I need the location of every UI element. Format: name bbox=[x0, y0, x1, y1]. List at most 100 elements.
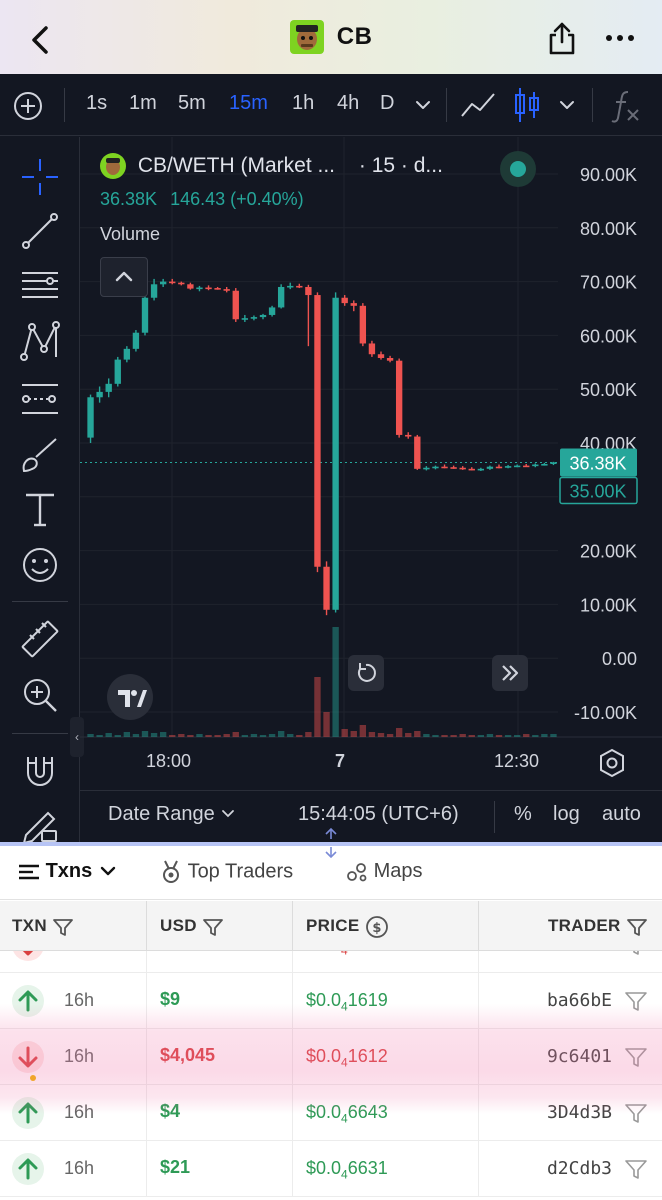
emoji-icon[interactable] bbox=[18, 543, 62, 587]
table-row[interactable]: 16h $4 $0.046643 3D4d3B bbox=[0, 1085, 662, 1141]
column-header-usd[interactable]: USD bbox=[160, 901, 224, 951]
candle-body bbox=[87, 397, 94, 438]
interval-dropdown-chevron-icon[interactable] bbox=[414, 98, 432, 112]
filter-trader-icon[interactable] bbox=[624, 951, 648, 957]
column-divider bbox=[146, 1141, 147, 1197]
column-header-price[interactable]: PRICE $ bbox=[306, 901, 389, 951]
log-scale-toggle[interactable]: log bbox=[553, 803, 580, 826]
bottom-bar-divider bbox=[494, 801, 495, 833]
volume-bar bbox=[532, 735, 539, 737]
volume-bar bbox=[395, 728, 403, 737]
zoom-in-icon[interactable] bbox=[18, 673, 62, 717]
chart-type-dropdown-chevron-icon[interactable] bbox=[558, 98, 576, 112]
scroll-to-realtime-button[interactable] bbox=[492, 655, 528, 691]
filter-trader-icon[interactable] bbox=[624, 1045, 648, 1069]
volume-bar bbox=[178, 734, 185, 737]
lock-drawing-icon[interactable] bbox=[18, 801, 62, 845]
tx-price-zero-count: 4 bbox=[341, 1055, 348, 1070]
filter-icon[interactable] bbox=[52, 917, 74, 937]
volume-label: Volume bbox=[100, 224, 161, 244]
auto-scale-toggle[interactable]: auto bbox=[602, 803, 641, 826]
price-axis-label: 80.00K bbox=[580, 219, 637, 239]
interval-d[interactable]: D bbox=[380, 92, 394, 115]
tab-top-traders[interactable]: Top Traders bbox=[160, 860, 293, 884]
fib-retracement-icon[interactable] bbox=[18, 263, 62, 307]
candle-body bbox=[468, 468, 475, 471]
text-tool-icon[interactable] bbox=[18, 487, 62, 531]
medal-icon bbox=[163, 860, 179, 883]
tx-price-prefix: $0.0 bbox=[306, 1158, 342, 1178]
candle-body bbox=[395, 360, 403, 435]
tab-txns[interactable]: Txns bbox=[18, 860, 118, 883]
volume-bar bbox=[132, 734, 140, 737]
table-row[interactable]: 16h $9 $0.041609 ba66bE bbox=[0, 951, 662, 973]
interval-1s[interactable]: 1s bbox=[86, 92, 107, 115]
interval-1m[interactable]: 1m bbox=[129, 92, 157, 115]
volume-bar bbox=[169, 735, 176, 737]
price-chart[interactable]: 90.00K80.00K70.00K60.00K50.00K40.00K30.0… bbox=[80, 137, 662, 842]
collapse-legend-button[interactable] bbox=[100, 257, 148, 297]
tradingview-logo-icon[interactable] bbox=[106, 673, 154, 721]
crosshair-icon[interactable] bbox=[18, 155, 62, 199]
tab-top-traders-label: Top Traders bbox=[187, 860, 294, 883]
indicators-fx-icon[interactable] bbox=[608, 86, 642, 124]
candle-body bbox=[332, 297, 339, 610]
column-header-trader[interactable]: TRADER bbox=[548, 901, 648, 951]
candlestick-chart-type-icon[interactable] bbox=[512, 86, 542, 124]
filter-icon[interactable] bbox=[202, 917, 224, 937]
candlestick-chart-canvas[interactable]: 90.00K80.00K70.00K60.00K50.00K40.00K30.0… bbox=[80, 137, 662, 842]
tx-price-prefix: $0.0 bbox=[306, 990, 342, 1010]
filter-trader-icon[interactable] bbox=[624, 1157, 648, 1181]
interval-4h[interactable]: 4h bbox=[337, 92, 359, 115]
candle-body bbox=[405, 434, 412, 437]
volume-bar bbox=[159, 732, 167, 737]
column-header-txn[interactable]: TXN bbox=[12, 901, 74, 951]
volume-bar bbox=[259, 735, 267, 737]
interval-1h[interactable]: 1h bbox=[292, 92, 314, 115]
price-axis-label: 90.00K bbox=[580, 165, 637, 185]
interval-15m[interactable]: 15m bbox=[229, 92, 268, 115]
chart-settings-icon[interactable] bbox=[594, 745, 630, 781]
table-row[interactable]: 16h $9 $0.041619 ba66bE bbox=[0, 973, 662, 1029]
price-axis-label: 10.00K bbox=[580, 595, 637, 615]
candle-body bbox=[223, 289, 230, 291]
table-row[interactable]: 16h $4,045 $0.041612 9c6401 bbox=[0, 1029, 662, 1085]
pattern-tool-icon[interactable] bbox=[18, 319, 62, 363]
volume-bar bbox=[314, 677, 321, 737]
drawing-toolbar: ‹ bbox=[0, 137, 84, 845]
brush-icon[interactable] bbox=[18, 433, 62, 477]
volume-bar bbox=[341, 729, 348, 737]
date-range-button[interactable]: Date Range bbox=[108, 803, 236, 826]
tx-trader-address[interactable]: d2Cdb3 bbox=[547, 1158, 612, 1179]
filter-trader-icon[interactable] bbox=[624, 1101, 648, 1125]
live-status-indicator bbox=[500, 151, 536, 187]
interval-5m[interactable]: 5m bbox=[178, 92, 206, 115]
forecasting-tool-icon[interactable] bbox=[18, 377, 62, 421]
currency-toggle-icon[interactable]: $ bbox=[365, 915, 389, 939]
line-chart-type-icon[interactable] bbox=[460, 90, 496, 120]
volume-bar bbox=[187, 735, 194, 737]
ruler-icon[interactable] bbox=[18, 617, 62, 661]
magnet-icon[interactable] bbox=[18, 749, 62, 793]
more-options-icon[interactable] bbox=[602, 22, 638, 54]
volume-bar bbox=[196, 734, 203, 737]
percent-scale-toggle[interactable]: % bbox=[514, 803, 532, 826]
filter-trader-icon[interactable] bbox=[624, 989, 648, 1013]
tx-trader-address[interactable]: ba66bE bbox=[547, 951, 612, 955]
tx-age: 16h bbox=[64, 1158, 95, 1178]
tx-trader-address[interactable]: 3D4d3B bbox=[547, 1102, 612, 1123]
tx-trader-address[interactable]: 9c6401 bbox=[547, 1046, 612, 1067]
tab-maps[interactable]: Maps bbox=[346, 860, 422, 883]
table-row[interactable]: 16h $21 $0.046631 d2Cdb3 bbox=[0, 1141, 662, 1197]
reset-chart-button[interactable] bbox=[348, 655, 384, 691]
candle-body bbox=[287, 285, 294, 288]
tx-price-digits: 1609 bbox=[348, 951, 388, 954]
add-symbol-icon[interactable] bbox=[12, 90, 44, 122]
filter-icon[interactable] bbox=[626, 917, 648, 937]
volume-bar bbox=[87, 734, 94, 737]
timezone-clock[interactable]: 15:44:05 (UTC+6) bbox=[298, 803, 459, 826]
trend-line-icon[interactable] bbox=[18, 209, 62, 253]
list-icon bbox=[19, 864, 39, 879]
tx-trader-address[interactable]: ba66bE bbox=[547, 990, 612, 1011]
share-icon[interactable] bbox=[544, 20, 580, 56]
